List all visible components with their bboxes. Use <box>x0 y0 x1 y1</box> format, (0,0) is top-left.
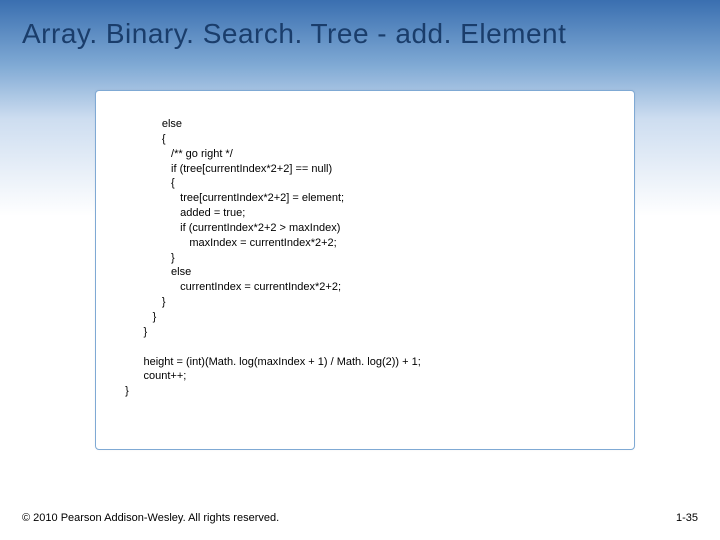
page-number: 1-35 <box>676 512 698 524</box>
copyright-text: © 2010 Pearson Addison-Wesley. All right… <box>22 512 279 524</box>
code-container: else { /** go right */ if (tree[currentI… <box>95 90 635 450</box>
slide-title: Array. Binary. Search. Tree - add. Eleme… <box>0 0 720 50</box>
code-block: else { /** go right */ if (tree[currentI… <box>116 117 614 399</box>
